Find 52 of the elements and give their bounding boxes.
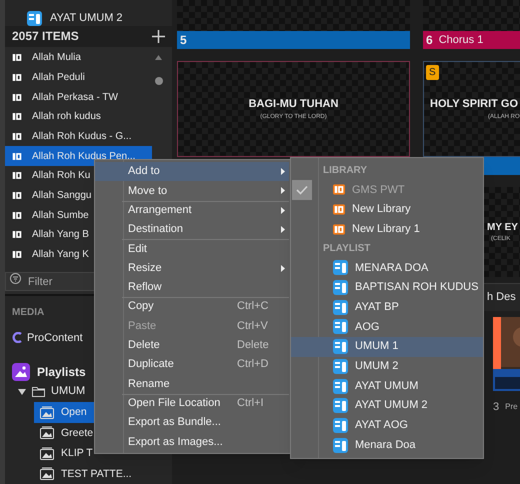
menu-item[interactable]: Delete Delete xyxy=(95,336,289,355)
menu-item[interactable]: Add to xyxy=(95,162,289,182)
section-label: h Des xyxy=(487,290,516,306)
slide-label: Chorus 1 xyxy=(438,32,484,48)
submenu-section-title: LIBRARY xyxy=(322,164,368,178)
slide-number: 5 xyxy=(180,32,187,49)
slide-label-bar[interactable]: 6 Chorus 1 xyxy=(423,31,520,49)
slide-label-bar[interactable]: 5 xyxy=(177,31,410,49)
media-label: Pre xyxy=(505,401,518,414)
submenu-section-title: PLAYLIST xyxy=(322,242,372,256)
section-title: MEDIA xyxy=(12,306,44,320)
playlist-item[interactable]: KLIP T xyxy=(34,443,97,464)
menu-item[interactable]: Rename xyxy=(95,374,289,394)
submenu-item[interactable]: AYAT UMUM 2 xyxy=(291,396,483,416)
slide-number: 6 xyxy=(426,32,433,49)
menu-item[interactable]: Export as Bundle... xyxy=(95,412,289,432)
menu-item[interactable]: Copy Ctrl+C xyxy=(95,297,289,316)
slide-title: HOLY SPIRIT GO xyxy=(430,97,518,112)
submenu-item[interactable]: New Library xyxy=(291,200,483,220)
library-item[interactable]: Allah Roh Kudus - G... xyxy=(5,126,152,146)
submenu-item[interactable]: UMUM 2 xyxy=(291,356,483,376)
library-item[interactable]: Allah Mulia xyxy=(5,48,152,68)
slide-title: BAGI-MU TUHAN xyxy=(248,97,338,112)
submenu-item[interactable]: New Library 1 xyxy=(291,219,483,240)
playlist-item[interactable]: Open xyxy=(34,402,97,422)
source-name[interactable]: ProContent xyxy=(27,330,83,346)
playlist-item[interactable]: Greete xyxy=(34,422,97,443)
menu-item[interactable]: Move to xyxy=(95,181,289,201)
menu-item[interactable]: Open File Location Ctrl+I xyxy=(95,394,289,413)
submenu-item[interactable]: UMUM 1 xyxy=(291,336,483,356)
media-number: 3 xyxy=(493,400,500,415)
submenu-item[interactable]: AYAT AOG xyxy=(291,416,483,436)
menu-item[interactable]: Edit xyxy=(95,239,289,258)
library-item[interactable]: Allah roh kudus xyxy=(5,107,152,127)
slide-badge: S xyxy=(426,65,439,80)
library-item[interactable]: Allah Peduli xyxy=(5,68,152,88)
submenu-item[interactable]: AYAT BP xyxy=(291,297,483,318)
playlist-item[interactable]: TEST PATTE... xyxy=(34,464,134,484)
menu-item[interactable]: Arrangement xyxy=(95,200,289,220)
menu-item[interactable]: Destination xyxy=(95,220,289,240)
slide-title: MY EY xyxy=(487,221,518,235)
library-item[interactable]: Allah Perkasa - TW xyxy=(5,87,152,107)
folder-name[interactable]: UMUM xyxy=(51,383,86,400)
menu-item[interactable]: Export as Images... xyxy=(95,432,289,452)
submenu-item[interactable]: AOG xyxy=(291,317,483,337)
submenu-item[interactable]: Menara Doa xyxy=(291,435,483,455)
submenu-item[interactable]: BAPTISAN ROH KUDUS xyxy=(291,278,483,298)
item-count: 2057 ITEMS xyxy=(12,28,79,46)
submenu-item[interactable]: AYAT UMUM xyxy=(291,376,483,396)
menu-item[interactable]: Duplicate Ctrl+D xyxy=(95,354,289,374)
playlists-heading[interactable]: Playlists xyxy=(37,363,86,381)
submenu-item[interactable]: MENARA DOA xyxy=(291,258,483,278)
